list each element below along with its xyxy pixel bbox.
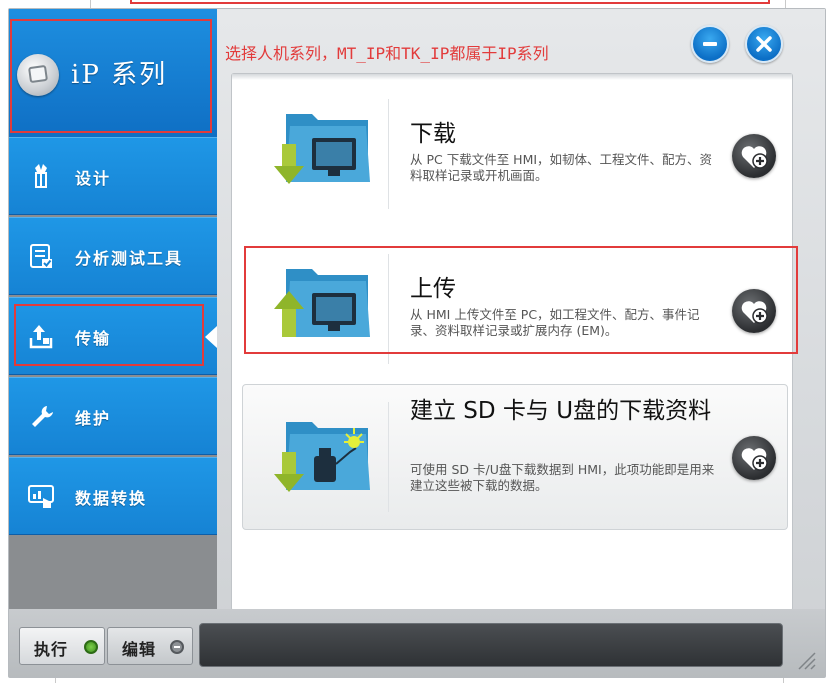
card-download[interactable]: 下载 从 PC 下载文件至 HMI，如韧体、工程文件、配方、资料取样记录或开机画… bbox=[242, 74, 788, 214]
sidebar-item-label: 数据转换 bbox=[75, 489, 148, 508]
wrench-icon bbox=[32, 406, 53, 427]
ip-logo-icon bbox=[17, 54, 59, 96]
resize-grip-icon[interactable] bbox=[793, 647, 817, 671]
background-annotation-frame bbox=[130, 0, 770, 4]
minimize-button[interactable] bbox=[691, 25, 729, 63]
sidebar-item-design[interactable]: 设计 bbox=[9, 137, 217, 215]
close-icon bbox=[756, 36, 772, 52]
background-divider bbox=[785, 0, 786, 8]
brand-header[interactable]: iP 系列 bbox=[9, 9, 217, 137]
status-bar bbox=[199, 623, 783, 667]
card-divider bbox=[388, 402, 389, 512]
footer-bar: 执行 编辑 bbox=[9, 609, 825, 677]
sidebar-item-label: 设计 bbox=[75, 169, 112, 188]
card-divider bbox=[388, 99, 389, 209]
run-mode-label: 执行 bbox=[34, 640, 69, 659]
add-download-button[interactable] bbox=[732, 134, 776, 178]
edit-status-icon bbox=[170, 640, 184, 654]
sidebar-item-label: 分析测试工具 bbox=[75, 249, 184, 268]
checklist-icon bbox=[30, 244, 52, 268]
run-mode-button[interactable]: 执行 bbox=[19, 627, 105, 665]
upload-icon bbox=[29, 325, 53, 349]
sidebar-item-label: 传输 bbox=[75, 329, 112, 348]
upload-annotation-frame bbox=[244, 246, 798, 354]
edit-mode-button[interactable]: 编辑 bbox=[107, 627, 193, 665]
design-icon bbox=[35, 164, 47, 188]
download-folder-icon bbox=[274, 114, 370, 184]
sidebar: iP 系列 设计 分析测试工具 传输 维护 数据转换 bbox=[9, 9, 217, 609]
sidebar-item-data-convert[interactable]: 数据转换 bbox=[9, 457, 217, 535]
card-title: 建立 SD 卡与 U盘的下载资料 bbox=[410, 398, 712, 424]
add-circle-icon bbox=[741, 448, 768, 471]
run-status-icon bbox=[84, 640, 98, 654]
card-description: 从 PC 下载文件至 HMI，如韧体、工程文件、配方、资料取样记录或开机画面。 bbox=[410, 152, 713, 183]
card-sdcard[interactable]: 建立 SD 卡与 U盘的下载资料 可使用 SD 卡/U盘下载数据到 HMI，此项… bbox=[242, 384, 788, 530]
card-title: 下载 bbox=[410, 121, 456, 147]
add-sdcard-button[interactable] bbox=[732, 436, 776, 480]
edit-mode-label: 编辑 bbox=[122, 640, 157, 659]
selected-pointer bbox=[205, 326, 217, 348]
card-description: 可使用 SD 卡/U盘下载数据到 HMI，此项功能即是用来建立这些被下载的数据。 bbox=[410, 462, 715, 493]
brand-title: iP 系列 bbox=[71, 60, 168, 90]
close-button[interactable] bbox=[745, 25, 783, 63]
sidebar-item-maintenance[interactable]: 维护 bbox=[9, 377, 217, 455]
sidebar-item-analysis[interactable]: 分析测试工具 bbox=[9, 217, 217, 295]
data-convert-icon bbox=[28, 485, 54, 508]
background-divider bbox=[90, 0, 91, 8]
add-circle-icon bbox=[741, 146, 768, 169]
sidebar-item-transfer[interactable]: 传输 bbox=[9, 297, 217, 375]
annotation-text: 选择人机系列，MT_IP和TK_IP都属于IP系列 bbox=[225, 44, 549, 63]
minimize-icon bbox=[703, 42, 717, 46]
sidebar-item-label: 维护 bbox=[75, 409, 112, 428]
usb-folder-icon bbox=[274, 422, 370, 492]
